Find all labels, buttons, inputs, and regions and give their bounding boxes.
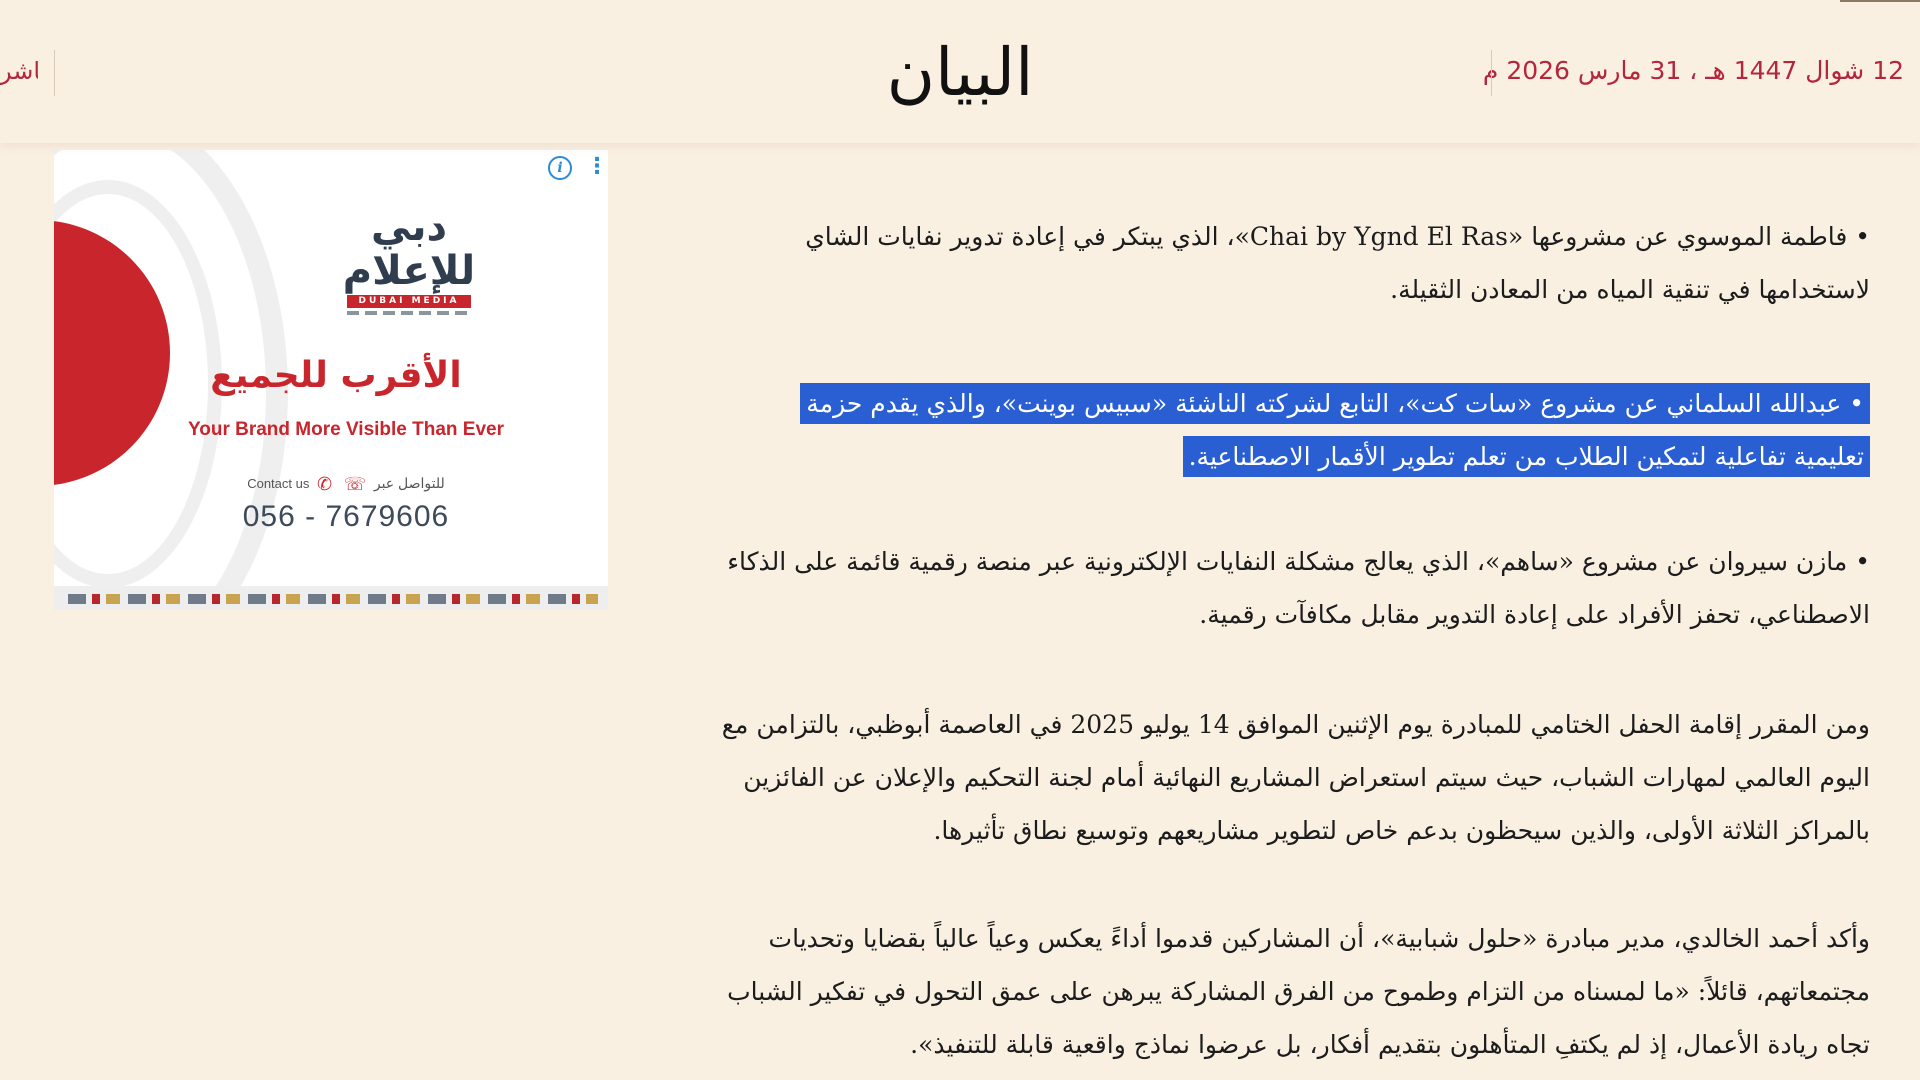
ad-partner-logos xyxy=(68,594,598,604)
header-divider xyxy=(54,50,55,96)
article-paragraph-selected: • عبدالله السلماني عن مشروع «سات كت»، ال… xyxy=(745,377,1870,483)
ad-contact-en: Contact us xyxy=(247,475,310,491)
article-paragraph: وأكد أحمد الخالدي، مدير مبادرة «حلول شبا… xyxy=(727,924,1870,1059)
site-logo[interactable]: البيان xyxy=(860,28,1060,118)
ad-phone-number: 056 - 7679606 xyxy=(242,500,450,533)
header-date: 12 شوال 1447 هـ ، 31 مارس 2026 م xyxy=(1482,56,1904,85)
article-paragraph: ومن المقرر إقامة الحفل الختامي للمبادرة … xyxy=(721,710,1870,845)
ad-logo-band: DUBAI MEDIA xyxy=(347,295,471,308)
text-selection-highlight: • عبدالله السلماني عن مشروع «سات كت»، ال… xyxy=(800,383,1870,477)
ad-contact-row: Contact us ✆ ☏ للتواصل عبر xyxy=(54,474,608,495)
whatsapp-icon: ✆ xyxy=(316,474,333,494)
header-divider xyxy=(1491,50,1492,96)
phone-icon: ☏ xyxy=(343,474,367,494)
article-paragraph: • فاطمة الموسوي عن مشروعها «Chai by Ygnd… xyxy=(805,222,1870,304)
live-nav-link[interactable]: المباشر xyxy=(0,57,38,85)
more-vertical-icon[interactable]: ⋮ xyxy=(586,154,608,180)
article-paragraph: • مازن سيروان عن مشروع «ساهم»، الذي يعال… xyxy=(727,547,1870,629)
ad-info-icon[interactable]: i xyxy=(548,156,572,180)
ad-logo-tagline xyxy=(347,311,471,315)
ad-headline: الأقرب للجميع xyxy=(210,355,462,396)
advertisement[interactable]: i ⋮ دبي للإعلام DUBAI MEDIA الأقرب للجمي… xyxy=(54,150,608,610)
live-nav-link-label: المباشر xyxy=(0,57,38,85)
ad-contact-ar: للتواصل عبر xyxy=(373,474,445,491)
ad-logo-text: دبي للإعلام xyxy=(342,204,476,294)
dubai-media-logo: دبي للإعلام DUBAI MEDIA xyxy=(339,205,479,325)
header-top-line xyxy=(1840,0,1920,2)
ad-subline: Your Brand More Visible Than Ever xyxy=(187,419,505,440)
site-header: 12 شوال 1447 هـ ، 31 مارس 2026 م البيان … xyxy=(0,0,1920,143)
